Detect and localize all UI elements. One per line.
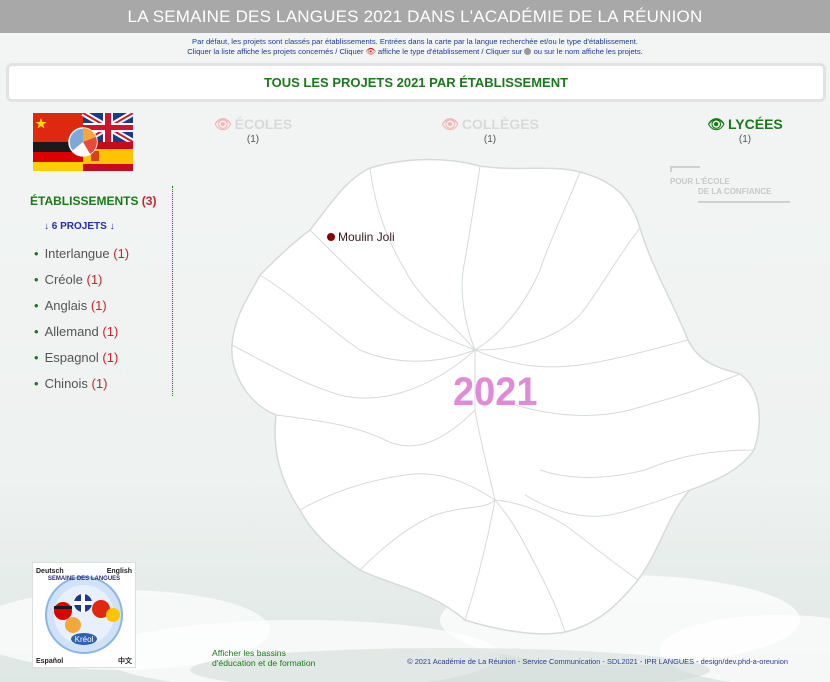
logo-center-text: Kréol [75, 635, 94, 644]
eye-icon: 👁 [441, 116, 459, 132]
logo-arc-text: SEMAINE DES LANGUES [48, 576, 120, 582]
map-year: 2021 [453, 370, 538, 414]
reunion-map[interactable]: Moulin Joli 2021 [220, 150, 765, 635]
intro-line-2: Cliquer la liste affiche les projets con… [0, 47, 830, 57]
logo-corner-br: 中文 [118, 656, 133, 665]
language-name: Espagnol [44, 350, 99, 365]
intro-line-1: Par défaut, les projets sont classés par… [192, 37, 638, 46]
language-name: Allemand [44, 324, 99, 339]
language-count: (1) [102, 324, 119, 339]
grey-dot-icon [524, 48, 532, 55]
filter-ecoles-label: ÉCOLES [234, 116, 293, 132]
bullet-icon: • [34, 246, 39, 261]
language-item-creole[interactable]: • Créole (1) [34, 272, 129, 298]
etablissements-label: ÉTABLISSEMENTS [30, 194, 139, 208]
bullet-icon: • [34, 324, 39, 339]
filter-colleges[interactable]: 👁 COLLÈGES (1) [440, 116, 540, 145]
section-title: TOUS LES PROJETS 2021 PAR ÉTABLISSEMENT [6, 63, 826, 102]
intro-text: Par défaut, les projets sont classés par… [0, 37, 830, 57]
language-name: Créole [44, 272, 83, 287]
bullet-icon: • [34, 272, 39, 287]
logo-corner-tl: Deutsch [36, 568, 64, 575]
location-marker-icon[interactable] [327, 233, 335, 241]
projets-count[interactable]: ↓ 6 PROJETS ↓ [44, 221, 115, 232]
filter-lycees[interactable]: 👁 LYCÉES (1) [700, 116, 790, 145]
language-item-chinois[interactable]: • Chinois (1) [34, 376, 129, 402]
language-list: • Interlangue (1) • Créole (1) • Anglais (1… [34, 246, 129, 402]
bullet-icon: • [34, 376, 39, 391]
filter-lycees-label: LYCÉES [728, 116, 783, 132]
intro-line-2a: Cliquer la liste affiche les projets con… [187, 47, 364, 56]
filter-lycees-count: (1) [738, 134, 752, 145]
language-flags-logo[interactable] [33, 113, 133, 171]
eye-icon: 👁 [365, 47, 376, 56]
show-bassins-link[interactable]: Afficher les bassins d'éducation et de f… [212, 648, 315, 668]
sidebar: ÉTABLISSEMENTS (3) ↓ 6 PROJETS ↓ • Interl… [22, 186, 173, 396]
intro-line-2b: affiche le type d'établissement / Clique… [377, 47, 523, 56]
location-label[interactable]: Moulin Joli [338, 230, 395, 244]
language-count: (1) [86, 272, 103, 287]
etablissements-count: (3) [141, 194, 157, 208]
eye-icon: 👁 [707, 116, 726, 132]
bassins-line-1: Afficher les bassins [212, 648, 286, 658]
bullet-icon: • [34, 298, 39, 313]
filter-colleges-count: (1) [483, 134, 497, 145]
semaine-des-langues-logo[interactable]: Kréol SEMAINE DES LANGUES Deutsch Englis… [32, 562, 136, 668]
filter-colleges-label: COLLÈGES [461, 116, 539, 132]
eye-icon: 👁 [213, 116, 232, 132]
language-item-anglais[interactable]: • Anglais (1) [34, 298, 129, 324]
logo-corner-bl: Español [36, 658, 63, 665]
language-name: Anglais [44, 298, 88, 313]
language-name: Chinois [44, 376, 88, 391]
language-count: (1) [113, 246, 130, 261]
language-item-allemand[interactable]: • Allemand (1) [34, 324, 129, 350]
language-count: (1) [90, 298, 107, 313]
language-name: Interlangue [44, 246, 110, 261]
intro-line-2c: ou sur le nom affiche les projets. [533, 47, 643, 56]
filter-ecoles-count: (1) [246, 134, 260, 145]
filter-ecoles[interactable]: 👁 ÉCOLES (1) [208, 116, 298, 145]
language-count: (1) [91, 376, 108, 391]
page-title: LA SEMAINE DES LANGUES 2021 DANS L'ACADÉ… [0, 0, 830, 33]
bassins-line-2: d'éducation et de formation [212, 658, 316, 668]
logo-corner-tr: English [107, 568, 132, 575]
etablissements-link[interactable]: ÉTABLISSEMENTS (3) [30, 194, 156, 208]
language-item-espagnol[interactable]: • Espagnol (1) [34, 350, 129, 376]
language-item-interlangue[interactable]: • Interlangue (1) [34, 246, 129, 272]
bullet-icon: • [34, 350, 39, 365]
language-count: (1) [102, 350, 119, 365]
copyright: © 2021 Académie de La Réunion - Service … [407, 657, 788, 666]
